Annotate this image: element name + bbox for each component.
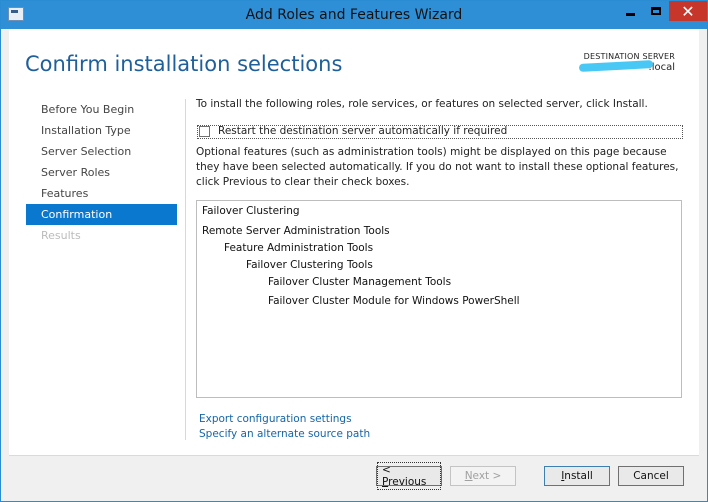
nav-item-label: Confirmation (41, 208, 113, 221)
wizard-content: Confirm installation selections DESTINAT… (9, 29, 699, 455)
nav-item-installation-type[interactable]: Installation Type (26, 120, 177, 141)
title-bar[interactable]: Add Roles and Features Wizard ✕ (1, 1, 707, 29)
restart-checkbox[interactable] (199, 126, 210, 137)
selections-list[interactable]: Failover Clustering Remote Server Admini… (196, 200, 682, 398)
page-title: Confirm installation selections (25, 52, 343, 76)
minimize-button[interactable] (617, 1, 643, 21)
window-title: Add Roles and Features Wizard (245, 7, 463, 23)
install-button-label: Install (561, 470, 593, 482)
nav-item-features[interactable]: Features (26, 183, 177, 204)
nav-item-label: Server Roles (41, 166, 111, 179)
cancel-button-label: Cancel (633, 470, 669, 482)
nav-item-server-selection[interactable]: Server Selection (26, 141, 177, 162)
close-button[interactable]: ✕ (669, 1, 707, 21)
previous-button[interactable]: < Previous (376, 462, 442, 490)
restart-checkbox-row[interactable]: Restart the destination server automatic… (197, 125, 683, 139)
selection-item: Failover Cluster Management Tools (268, 276, 452, 288)
selection-item: Failover Clustering (202, 205, 300, 217)
next-button-label: Next > (464, 470, 502, 482)
nav-item-label: Server Selection (41, 145, 132, 158)
wizard-nav: Before You Begin Installation Type Serve… (26, 99, 177, 246)
wizard-window: Add Roles and Features Wizard ✕ Confirm … (0, 0, 708, 502)
selection-item: Remote Server Administration Tools (202, 225, 390, 237)
previous-button-label: < Previous (377, 462, 441, 490)
nav-item-label: Before You Begin (41, 103, 135, 116)
selection-item: Feature Administration Tools (224, 242, 374, 254)
minimize-icon (625, 12, 635, 16)
selection-item: Failover Cluster Module for Windows Powe… (268, 295, 520, 307)
nav-item-label: Installation Type (41, 124, 131, 137)
destination-server-label: DESTINATION SERVER (583, 52, 675, 61)
nav-item-label: Results (41, 229, 81, 242)
maximize-icon (651, 7, 661, 15)
selection-item: Failover Clustering Tools (246, 259, 373, 271)
install-button[interactable]: Install (544, 466, 610, 486)
optional-features-text: Optional features (such as administratio… (196, 146, 679, 188)
nav-divider (185, 99, 186, 440)
nav-item-results: Results (26, 225, 177, 246)
wizard-footer: < Previous Next > Install Cancel (9, 455, 699, 497)
nav-item-before-you-begin[interactable]: Before You Begin (26, 99, 177, 120)
maximize-button[interactable] (643, 1, 669, 21)
restart-checkbox-label[interactable]: Restart the destination server automatic… (218, 125, 507, 137)
nav-item-server-roles[interactable]: Server Roles (26, 162, 177, 183)
redaction-mark (578, 60, 654, 72)
intro-text: To install the following roles, role ser… (196, 98, 648, 110)
cancel-button[interactable]: Cancel (618, 466, 684, 486)
close-icon: ✕ (681, 1, 695, 21)
nav-item-label: Features (41, 187, 89, 200)
alternate-source-link[interactable]: Specify an alternate source path (199, 428, 370, 440)
export-config-link[interactable]: Export configuration settings (199, 413, 352, 425)
nav-item-confirmation[interactable]: Confirmation (26, 204, 177, 225)
next-button: Next > (450, 466, 516, 486)
